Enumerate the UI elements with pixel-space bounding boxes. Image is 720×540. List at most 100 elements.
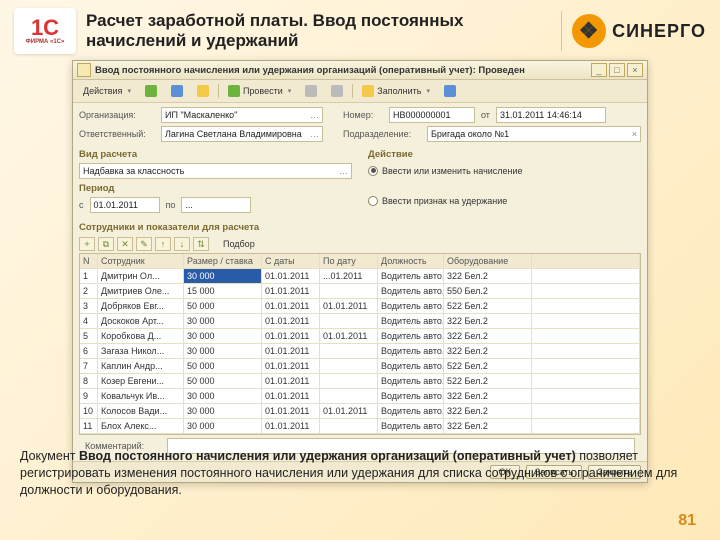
period-from-value: 01.01.2011	[94, 200, 138, 210]
conduct-menu[interactable]: Провести	[223, 83, 296, 99]
table-row[interactable]: 1Дмитрин Ол...30 00001.01.2011...01.2011…	[80, 269, 640, 284]
table-row[interactable]: 5Коробкова Д...30 00001.01.201101.01.201…	[80, 329, 640, 344]
num-value: НВ000000001	[393, 110, 451, 120]
table-cell: Дмитриев Оле...	[98, 284, 184, 298]
col-from[interactable]: С даты	[262, 254, 320, 268]
resp-field[interactable]: Лагина Светлана Владимировна	[161, 126, 323, 142]
table-row[interactable]: 2Дмитриев Оле...15 00001.01.2011Водитель…	[80, 284, 640, 299]
check-icon	[228, 85, 240, 97]
maximize-button[interactable]: □	[609, 63, 625, 77]
table-cell: Водитель авто...	[378, 299, 444, 313]
table-cell: Блох Алекс...	[98, 419, 184, 433]
minimize-button[interactable]: _	[591, 63, 607, 77]
table-row[interactable]: 6Загаза Никол...30 00001.01.2011Водитель…	[80, 344, 640, 359]
table-cell: 01.01.2011	[262, 269, 320, 283]
close-button[interactable]: ×	[627, 63, 643, 77]
table-cell: Каплин Андр...	[98, 359, 184, 373]
row-del-button[interactable]: ✕	[117, 237, 133, 251]
table-row[interactable]: 9Ковальчук Ив...30 00001.01.2011Водитель…	[80, 389, 640, 404]
table-cell: 4	[80, 314, 98, 328]
table-cell: 30 000	[184, 419, 262, 433]
subdiv-field[interactable]: Бригада около №1	[427, 126, 641, 142]
caption: Документ Ввод постоянного начисления или…	[20, 448, 700, 499]
table-cell: 322 Бел.2	[444, 389, 532, 403]
table-cell: 01.01.2011	[262, 389, 320, 403]
table-row[interactable]: 11Блох Алекс...30 00001.01.2011Водитель …	[80, 419, 640, 434]
action-group-title: Действие	[368, 149, 641, 160]
tb-undo[interactable]	[300, 83, 322, 99]
table-cell: 01.01.2011	[262, 419, 320, 433]
row-up-button[interactable]: ↑	[155, 237, 171, 251]
table-cell: 50 000	[184, 299, 262, 313]
col-pos[interactable]: Должность	[378, 254, 444, 268]
col-equip[interactable]: Оборудование	[444, 254, 532, 268]
employees-table: N Сотрудник Размер / ставка С даты По да…	[79, 253, 641, 435]
table-cell	[320, 389, 378, 403]
table-cell: 322 Бел.2	[444, 329, 532, 343]
table-cell: Водитель авто...	[378, 269, 444, 283]
table-row[interactable]: 8Козер Евгени...50 00001.01.2011Водитель…	[80, 374, 640, 389]
undo-icon	[305, 85, 317, 97]
table-cell: Водитель авто...	[378, 374, 444, 388]
table-cell: 30 000	[184, 344, 262, 358]
table-cell: Дмитрин Ол...	[98, 269, 184, 283]
subdiv-label: Подразделение:	[343, 129, 421, 139]
col-rate[interactable]: Размер / ставка	[184, 254, 262, 268]
row-edit-button[interactable]: ✎	[136, 237, 152, 251]
table-cell	[320, 374, 378, 388]
table-cell	[320, 344, 378, 358]
period-to-field[interactable]: ...	[181, 197, 251, 213]
table-cell: 01.01.2011	[320, 404, 378, 418]
col-to[interactable]: По дату	[320, 254, 378, 268]
table-cell: 322 Бел.2	[444, 404, 532, 418]
date-field[interactable]: 31.01.2011 14:46:14	[496, 107, 606, 123]
calc-field[interactable]: Надбавка за классность	[79, 163, 352, 179]
radio-deduction[interactable]: Ввести признак на удержание	[368, 193, 641, 208]
employees-toolbar: + ⧉ ✕ ✎ ↑ ↓ ⇅ Подбор	[79, 235, 641, 253]
actions-menu[interactable]: Действия	[78, 84, 136, 98]
tb-del[interactable]	[326, 83, 348, 99]
table-row[interactable]: 4Доскоков Арт...30 00001.01.2011Водитель…	[80, 314, 640, 329]
period-group-title: Период	[79, 183, 352, 194]
period-from-field[interactable]: 01.01.2011	[90, 197, 160, 213]
tb-refresh[interactable]	[192, 83, 214, 99]
table-cell: 322 Бел.2	[444, 344, 532, 358]
num-field[interactable]: НВ000000001	[389, 107, 475, 123]
radio-accrual[interactable]: Ввести или изменить начисление	[368, 163, 641, 178]
date-value: 31.01.2011 14:46:14	[500, 110, 582, 120]
table-row[interactable]: 3Добряков Евг...50 00001.01.201101.01.20…	[80, 299, 640, 314]
table-cell: 5	[80, 329, 98, 343]
table-cell: 01.01.2011	[262, 314, 320, 328]
page-title: Расчет заработной платы. Ввод постоянных…	[86, 11, 549, 51]
row-copy-button[interactable]: ⧉	[98, 237, 114, 251]
help-icon	[444, 85, 456, 97]
table-row[interactable]: 10Колосов Вади...30 00001.01.201101.01.2…	[80, 404, 640, 419]
conduct-label: Провести	[243, 86, 283, 96]
table-cell: 7	[80, 359, 98, 373]
table-cell: 11	[80, 419, 98, 433]
table-cell	[320, 284, 378, 298]
org-field[interactable]: ИП "Маскаленко"	[161, 107, 323, 123]
table-cell: Доскоков Арт...	[98, 314, 184, 328]
fill-menu[interactable]: Заполнить	[357, 83, 435, 99]
table-cell: 322 Бел.2	[444, 314, 532, 328]
col-emp[interactable]: Сотрудник	[98, 254, 184, 268]
logo-1c-big: 1С	[31, 17, 59, 39]
table-cell: 01.01.2011	[320, 329, 378, 343]
toolbar: Действия Провести Заполнить	[73, 80, 647, 103]
logo-1c-sub: ФИРМА «1С»	[26, 39, 65, 45]
row-sort-button[interactable]: ⇅	[193, 237, 209, 251]
tb-new[interactable]	[140, 83, 162, 99]
table-cell: 10	[80, 404, 98, 418]
tb-save[interactable]	[166, 83, 188, 99]
page-number: 81	[678, 512, 696, 530]
table-cell: 01.01.2011	[262, 404, 320, 418]
pick-button[interactable]: Подбор	[218, 237, 260, 251]
col-n[interactable]: N	[80, 254, 98, 268]
row-add-button[interactable]: +	[79, 237, 95, 251]
tb-help[interactable]	[439, 83, 461, 99]
table-row[interactable]: 7Каплин Андр...50 00001.01.2011Водитель …	[80, 359, 640, 374]
titlebar: Ввод постоянного начисления или удержани…	[73, 61, 647, 80]
row-down-button[interactable]: ↓	[174, 237, 190, 251]
window-title: Ввод постоянного начисления или удержани…	[95, 65, 589, 76]
